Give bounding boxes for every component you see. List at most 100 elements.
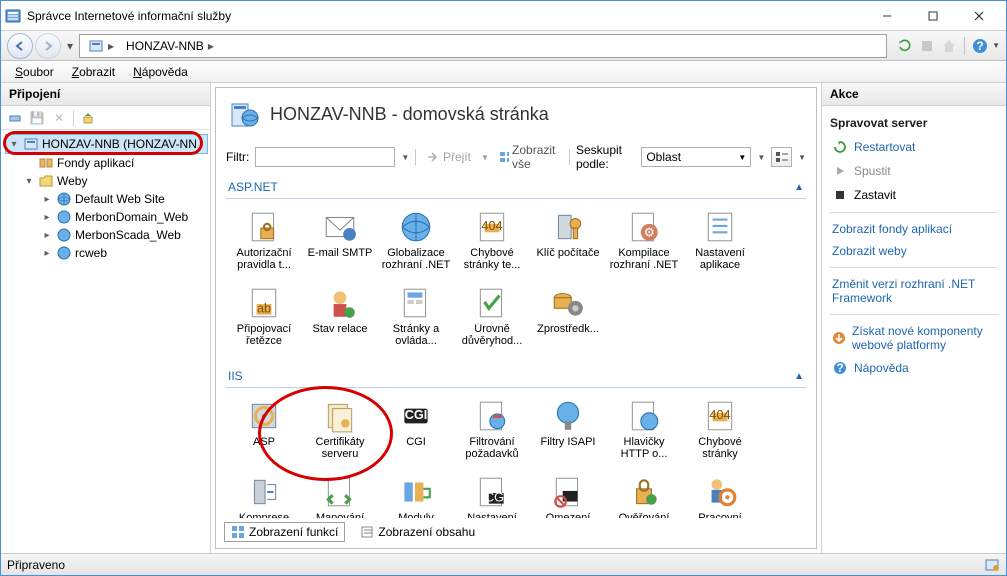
save-icon[interactable]: 💾 [27, 108, 47, 128]
feature-label: Připojovací řetězce [228, 323, 300, 347]
feature-asp[interactable]: ASP [226, 396, 302, 472]
refresh-double-icon[interactable] [895, 36, 915, 56]
nav-history-dropdown[interactable]: ▾ [63, 34, 77, 58]
view-mode-button[interactable] [771, 147, 792, 167]
home-icon[interactable] [939, 36, 959, 56]
expand-icon[interactable]: ▸ [41, 211, 53, 223]
group-label: IIS [228, 369, 243, 383]
chevron-down-icon[interactable]: ▼ [481, 153, 489, 162]
group-by-select[interactable]: Oblast ▼ [641, 147, 751, 167]
connections-tree[interactable]: ▾ HONZAV-NNB (HONZAV-NN Fondy aplikací ▾… [1, 130, 210, 553]
feature-providers[interactable]: Zprostředk... [530, 283, 606, 359]
tree-server-node[interactable]: ▾ HONZAV-NNB (HONZAV-NN [5, 134, 208, 154]
action-get-components[interactable]: Získat nové komponenty webové platformy [830, 321, 998, 355]
feature-compression[interactable]: Komprese [226, 472, 302, 518]
tree-site-rcweb[interactable]: ▸ rcweb [39, 244, 208, 262]
close-button[interactable] [956, 1, 1002, 31]
feature-server-certs[interactable]: Certifikáty serveru [302, 396, 378, 472]
filter-input[interactable] [255, 147, 395, 167]
action-view-app-pools[interactable]: Zobrazit fondy aplikací [830, 219, 998, 239]
chevron-down-icon[interactable]: ▼ [757, 153, 765, 162]
feature-worker-processes[interactable]: Pracovní procesy [682, 472, 758, 518]
feature-http-headers[interactable]: Hlavičky HTTP o... [606, 396, 682, 472]
tree-sites[interactable]: ▾ Weby [21, 172, 208, 190]
action-start[interactable]: Spustit [830, 160, 998, 182]
expand-icon[interactable]: ▸ [41, 193, 53, 205]
menubar: SSouboroubor Zobrazit Nápověda [1, 61, 1006, 83]
tree-app-pools[interactable]: Fondy aplikací [21, 154, 208, 172]
tree-site-merbon-domain[interactable]: ▸ MerbonDomain_Web [39, 208, 208, 226]
up-icon[interactable] [78, 108, 98, 128]
group-aspnet[interactable]: ASP.NET ▲ [226, 176, 806, 199]
addressbar[interactable]: ▸ HONZAV-NNB ▸ [79, 34, 887, 58]
menu-napoveda[interactable]: Nápověda [125, 63, 196, 81]
help-icon: ? [832, 360, 848, 376]
feature-error-pages-net[interactable]: 404Chybové stránky te... [454, 207, 530, 283]
expand-icon[interactable]: ▸ [41, 247, 53, 259]
globe-icon [56, 227, 72, 243]
feature-trust-levels[interactable]: Úrovně důvěryhod... [454, 283, 530, 359]
connect-icon[interactable] [5, 108, 25, 128]
tab-features-view[interactable]: Zobrazení funkcí [224, 522, 345, 542]
feature-app-settings[interactable]: Nastavení aplikace [682, 207, 758, 283]
show-all-button[interactable]: Zobrazit vše [495, 142, 563, 172]
server-home-icon [228, 98, 260, 130]
manage-server-title: Spravovat server [830, 112, 998, 134]
trust-levels-icon [474, 285, 510, 321]
feature-isapi-filters[interactable]: Filtry ISAPI [530, 396, 606, 472]
feature-compilation[interactable]: ⚙Kompilace rozhraní .NET [606, 207, 682, 283]
help-icon[interactable]: ? [970, 36, 990, 56]
feature-isapi-cgi-restrict[interactable]: Omezení ISAPI a CGI [530, 472, 606, 518]
go-button[interactable]: Přejít [422, 149, 475, 165]
action-help[interactable]: ? Nápověda [830, 357, 998, 379]
feature-authentication[interactable]: Ověřování [606, 472, 682, 518]
svg-text:404: 404 [481, 219, 502, 233]
feature-request-filtering[interactable]: Filtrování požadavků [454, 396, 530, 472]
download-icon [832, 330, 846, 346]
bottom-tabs: Zobrazení funkcí Zobrazení obsahu [218, 518, 814, 546]
feature-cgi[interactable]: CGICGI [378, 396, 454, 472]
maximize-button[interactable] [910, 1, 956, 31]
feature-globalization[interactable]: Globalizace rozhraní .NET [378, 207, 454, 283]
config-icon[interactable] [984, 557, 1000, 573]
action-change-net[interactable]: Změnit verzi rozhraní .NET Framework [830, 274, 998, 308]
nav-back-button[interactable] [7, 33, 33, 59]
collapse-icon[interactable]: ▾ [8, 138, 20, 150]
feature-error-pages[interactable]: 404Chybové stránky [682, 396, 758, 472]
expand-icon[interactable]: ▸ [41, 229, 53, 241]
group-label: ASP.NET [228, 180, 278, 194]
collapse-icon[interactable]: ▲ [794, 182, 804, 193]
feature-machine-key[interactable]: Klíč počítače [530, 207, 606, 283]
delete-icon[interactable]: ✕ [49, 108, 69, 128]
feature-session-state[interactable]: Stav relace [302, 283, 378, 359]
feature-email-smtp[interactable]: E-mail SMTP [302, 207, 378, 283]
menu-zobrazit[interactable]: Zobrazit [64, 63, 123, 81]
feature-modules[interactable]: Moduly [378, 472, 454, 518]
feature-fastcgi[interactable]: CGINastavení FastCGI [454, 472, 530, 518]
tab-content-view[interactable]: Zobrazení obsahu [353, 522, 482, 542]
stop-icon[interactable] [917, 36, 937, 56]
tree-site-default[interactable]: ▸ Default Web Site [39, 190, 208, 208]
collapse-icon[interactable]: ▲ [794, 371, 804, 382]
feature-auth-rules[interactable]: Autorizační pravidla t... [226, 207, 302, 283]
feature-handler-mappings[interactable]: Mapování obslužný... [302, 472, 378, 518]
chevron-down-icon[interactable]: ▼ [992, 41, 1000, 50]
group-iis[interactable]: IIS ▲ [226, 365, 806, 388]
window-title: Správce Internetové informační služby [27, 9, 864, 23]
feature-connection-strings[interactable]: abPřipojovací řetězce [226, 283, 302, 359]
chevron-down-icon[interactable]: ▼ [798, 153, 806, 162]
feature-label: CGI [406, 436, 426, 448]
action-stop[interactable]: Zastavit [830, 184, 998, 206]
minimize-button[interactable] [864, 1, 910, 31]
chevron-down-icon[interactable]: ▼ [401, 153, 409, 162]
collapse-icon[interactable]: ▾ [23, 175, 35, 187]
nav-forward-button[interactable] [35, 33, 61, 59]
feature-scroll[interactable]: ASP.NET ▲ Autorizační pravidla t...E-mai… [218, 176, 814, 518]
feature-pages-controls[interactable]: Stránky a ovláda... [378, 283, 454, 359]
action-view-sites[interactable]: Zobrazit weby [830, 241, 998, 261]
menu-soubor[interactable]: SSouboroubor [7, 63, 62, 81]
action-restart[interactable]: Restartovat [830, 136, 998, 158]
session-state-icon [322, 285, 358, 321]
tree-site-merbon-scada[interactable]: ▸ MerbonScada_Web [39, 226, 208, 244]
breadcrumb-server[interactable]: HONZAV-NNB ▸ [122, 39, 218, 53]
